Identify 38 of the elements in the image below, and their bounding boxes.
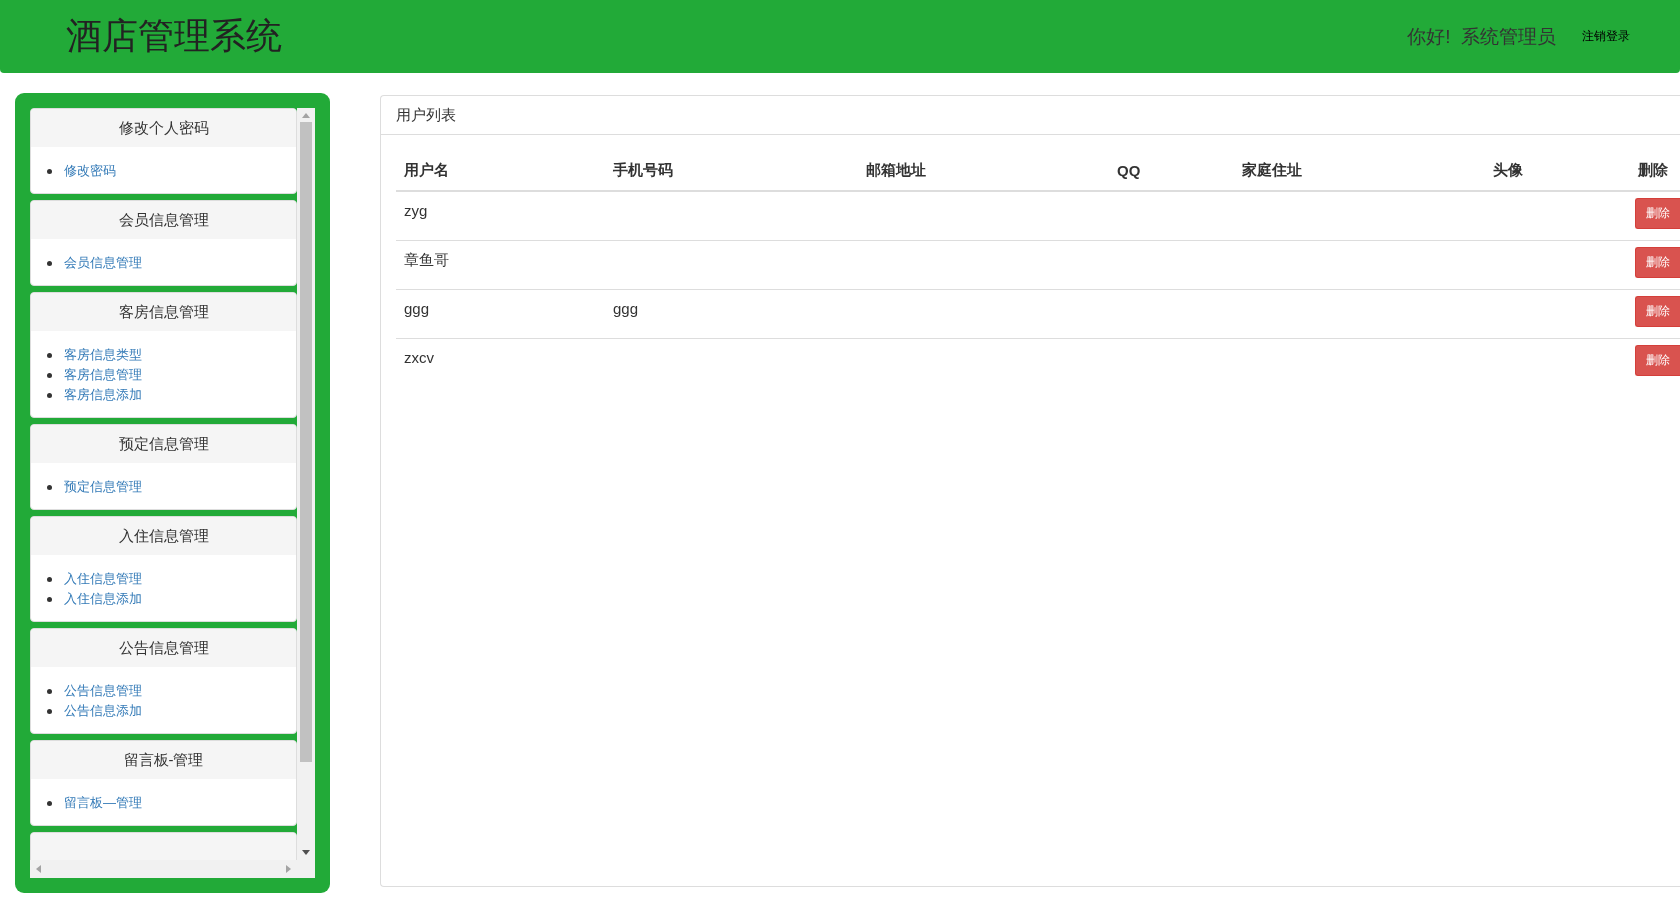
column-header: 头像 bbox=[1485, 147, 1625, 191]
app-title: 酒店管理系统 bbox=[66, 14, 283, 58]
table-cell: zxcv bbox=[404, 349, 434, 366]
column-header: 用户名 bbox=[396, 147, 605, 191]
menu-heading: 客房信息管理 bbox=[31, 293, 296, 331]
menu-link[interactable]: 公告信息管理 bbox=[64, 681, 142, 701]
table-cell: ggg bbox=[404, 300, 430, 317]
column-header: 删除 bbox=[1625, 147, 1680, 191]
menu-link[interactable]: 修改密码 bbox=[64, 161, 116, 181]
menu-heading: 留言板-管理 bbox=[31, 741, 296, 779]
column-header: 邮箱地址 bbox=[858, 147, 1109, 191]
menu-link[interactable]: 预定信息管理 bbox=[64, 477, 142, 497]
delete-button[interactable]: 删除 bbox=[1635, 198, 1680, 229]
greeting-text: 你好! 系统管理员 bbox=[1407, 24, 1556, 49]
menu-heading: 预定信息管理 bbox=[31, 425, 296, 463]
table-cell: ggg bbox=[613, 300, 639, 317]
menu-link[interactable]: 入住信息管理 bbox=[64, 569, 142, 589]
menu-link[interactable]: 入住信息添加 bbox=[64, 589, 142, 609]
menu-link[interactable]: 会员信息管理 bbox=[64, 253, 142, 273]
menu-heading: 公告信息管理 bbox=[31, 629, 296, 667]
table-cell: zyg bbox=[404, 202, 428, 219]
menu-heading: 入住信息管理 bbox=[31, 517, 296, 555]
delete-button[interactable]: 删除 bbox=[1635, 345, 1680, 376]
menu-heading: 会员信息管理 bbox=[31, 201, 296, 239]
delete-button[interactable]: 删除 bbox=[1635, 296, 1680, 327]
table-cell: 章鱼哥 bbox=[404, 251, 449, 268]
panel-title: 用户列表 bbox=[381, 96, 1680, 135]
menu-link[interactable]: 客房信息添加 bbox=[64, 385, 142, 405]
menu-link[interactable]: 客房信息类型 bbox=[64, 345, 142, 365]
column-header: 手机号码 bbox=[605, 147, 858, 191]
menu-link[interactable]: 客房信息管理 bbox=[64, 365, 142, 385]
menu-link[interactable]: 留言板—管理 bbox=[64, 793, 142, 813]
menu-heading: 修改个人密码 bbox=[31, 109, 296, 147]
column-header: QQ bbox=[1109, 147, 1234, 191]
menu-link[interactable]: 公告信息添加 bbox=[64, 701, 142, 721]
logout-link[interactable]: 注销登录 bbox=[1582, 28, 1630, 45]
delete-button[interactable]: 删除 bbox=[1635, 247, 1680, 278]
column-header: 家庭住址 bbox=[1234, 147, 1485, 191]
